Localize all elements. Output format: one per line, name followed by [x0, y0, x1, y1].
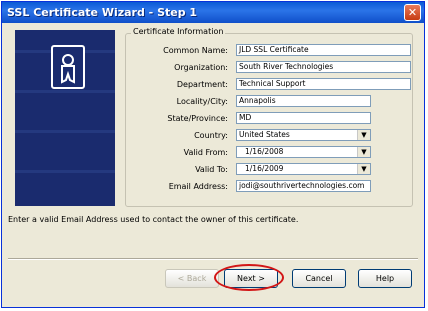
- email-input[interactable]: jodi@southrivertechnologies.com: [236, 180, 371, 192]
- divider: [8, 258, 418, 260]
- window-title: SSL Certificate Wizard - Step 1: [7, 6, 198, 19]
- title-bar[interactable]: SSL Certificate Wizard - Step 1 ✕: [2, 2, 424, 23]
- country-value: United States: [239, 130, 290, 139]
- valid-from-value: 1/16/2008: [245, 147, 284, 156]
- group-label: Certificate Information: [131, 27, 226, 36]
- wizard-window: SSL Certificate Wizard - Step 1 ✕ Certif…: [1, 1, 425, 308]
- department-label: Department:: [176, 80, 228, 89]
- chevron-down-icon[interactable]: ▼: [357, 147, 370, 157]
- country-label: Country:: [194, 131, 228, 140]
- valid-to-label: Valid To:: [195, 165, 228, 174]
- state-label: State/Province:: [167, 114, 228, 123]
- chevron-down-icon[interactable]: ▼: [357, 130, 370, 140]
- wizard-banner-image: [15, 30, 115, 206]
- close-button[interactable]: ✕: [404, 4, 421, 21]
- department-input[interactable]: Technical Support: [236, 78, 411, 90]
- organization-input[interactable]: South River Technologies: [236, 61, 411, 73]
- valid-from-picker[interactable]: 1/16/2008 ▼: [236, 146, 371, 158]
- country-select[interactable]: United States ▼: [236, 129, 371, 141]
- chevron-down-icon[interactable]: ▼: [357, 164, 370, 174]
- email-label: Email Address:: [168, 182, 228, 191]
- certificate-icon: [51, 45, 85, 89]
- common-name-input[interactable]: JLD SSL Certificate: [236, 44, 411, 56]
- valid-from-label: Valid From:: [183, 148, 228, 157]
- cancel-button[interactable]: Cancel: [292, 269, 346, 288]
- state-input[interactable]: MD: [236, 112, 371, 124]
- highlight-annotation: [214, 264, 284, 291]
- locality-input[interactable]: Annapolis: [236, 95, 371, 107]
- common-name-label: Common Name:: [163, 46, 228, 55]
- valid-to-value: 1/16/2009: [245, 164, 284, 173]
- back-button[interactable]: < Back: [165, 269, 219, 288]
- organization-label: Organization:: [174, 63, 228, 72]
- locality-label: Locality/City:: [176, 97, 228, 106]
- instruction-text: Enter a valid Email Address used to cont…: [8, 215, 299, 224]
- valid-to-picker[interactable]: 1/16/2009 ▼: [236, 163, 371, 175]
- help-button[interactable]: Help: [358, 269, 412, 288]
